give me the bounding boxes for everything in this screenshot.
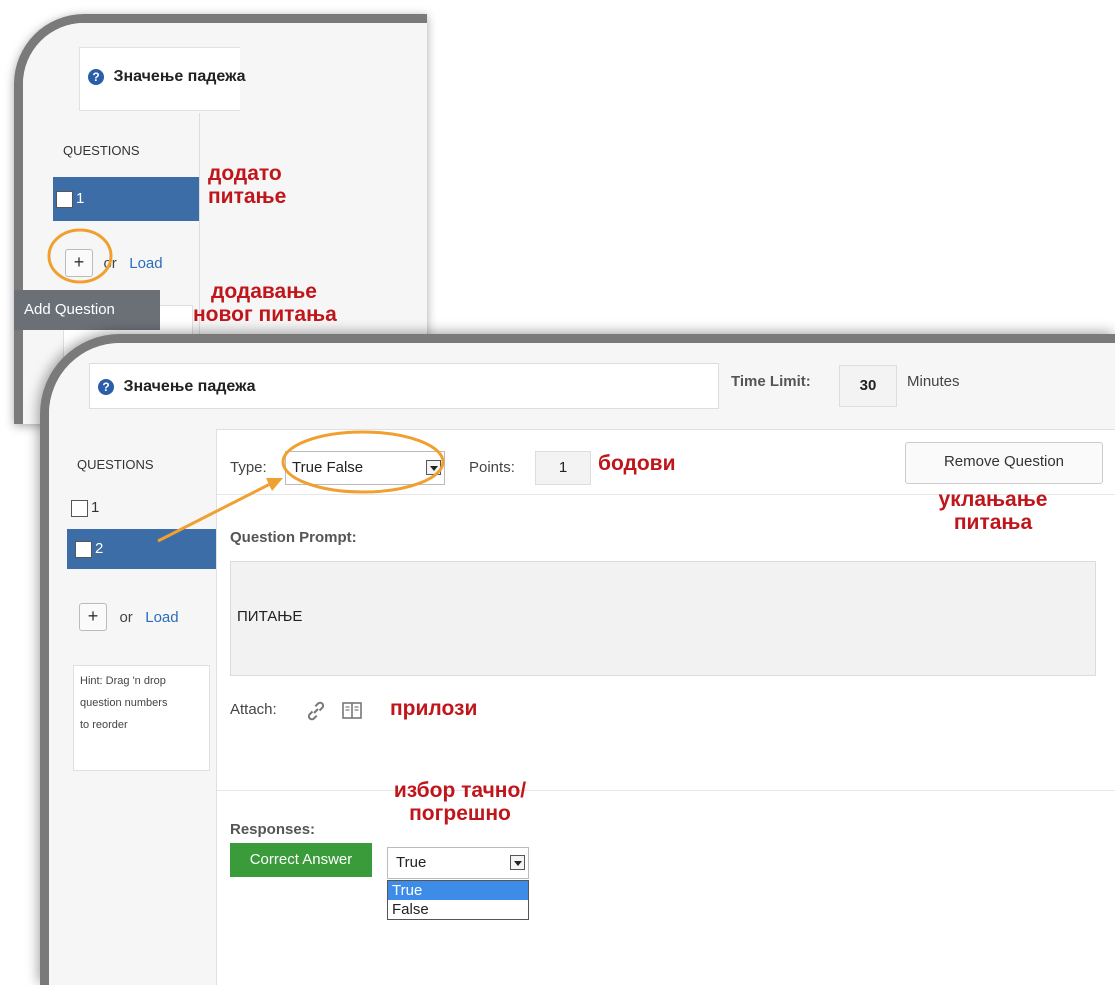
annotation-line: новог питања xyxy=(193,303,337,326)
annotation-true-false: избор тачно/ погрешно xyxy=(372,779,548,825)
annotation-line: уклањање xyxy=(938,488,1048,511)
annotation-remove-question: уклањање питања xyxy=(918,488,1068,534)
annotation-line: избор тачно/ xyxy=(393,779,527,802)
annotation-attachments: прилози xyxy=(390,697,478,720)
annotation-adding-question: додавање новог питања xyxy=(193,280,337,326)
annotation-line: питања xyxy=(953,511,1033,534)
annotation-line: додавање xyxy=(211,280,317,303)
annotation-arrow xyxy=(157,480,275,543)
annotation-line: погрешно xyxy=(409,802,511,825)
annotation-points: бодови xyxy=(598,452,676,475)
highlight-circle xyxy=(281,430,445,494)
